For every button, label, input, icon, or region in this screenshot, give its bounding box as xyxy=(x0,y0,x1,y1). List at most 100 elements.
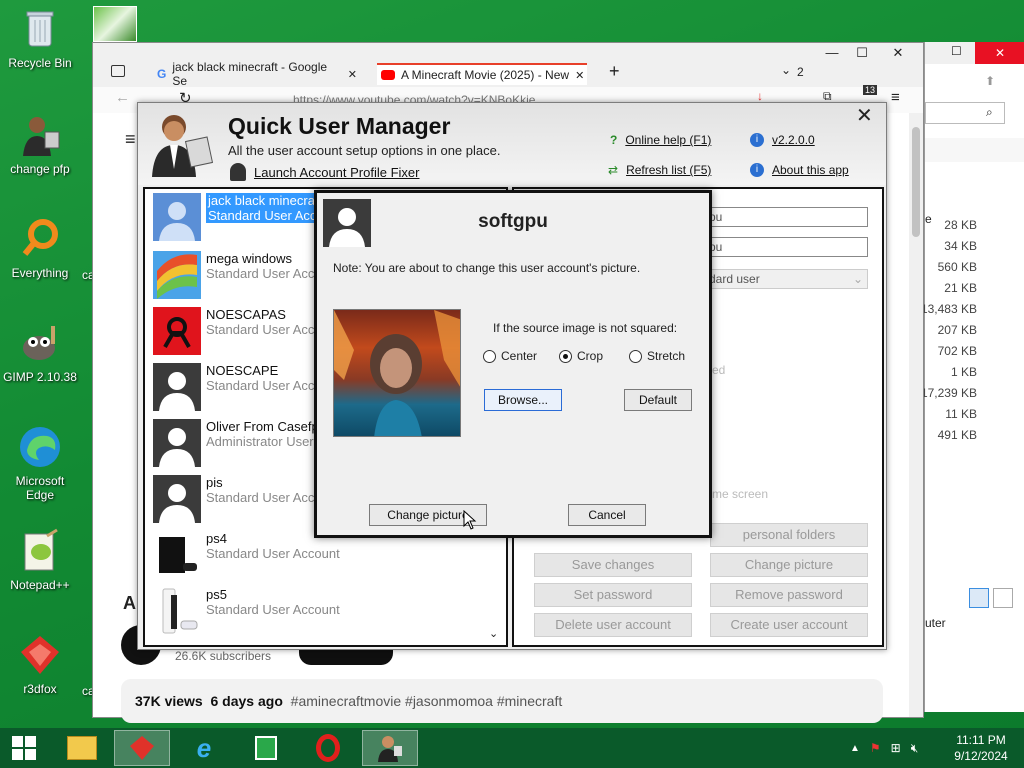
user-avatar xyxy=(153,251,201,299)
partial-option-text: ed xyxy=(712,363,726,377)
radio-center[interactable]: Center xyxy=(483,349,537,363)
desktop-icon-r3dfox[interactable]: r3dfox xyxy=(0,632,80,696)
hamburger-menu-icon[interactable]: ≡ xyxy=(125,129,136,150)
cancel-button[interactable]: Cancel xyxy=(568,504,646,526)
user-account-type: Administrator User xyxy=(206,434,314,449)
online-help-link[interactable]: ? Online help (F1) xyxy=(610,133,711,147)
user-text: jack black minecra Standard User Acc xyxy=(206,193,319,223)
volume-muted-icon[interactable]: 🔇︎ xyxy=(911,741,919,756)
tab-list-chevron-icon[interactable]: ⌄ xyxy=(781,63,791,77)
desktop-icon-recycle-bin[interactable]: Recycle Bin xyxy=(0,6,80,70)
taskbar-ie[interactable]: e xyxy=(176,730,232,766)
network-icon[interactable]: ⊞ xyxy=(891,741,901,755)
online-help-label[interactable]: Online help (F1) xyxy=(625,133,711,147)
user-manager-icon xyxy=(17,112,63,158)
recycle-bin-icon xyxy=(17,6,63,52)
start-button[interactable] xyxy=(0,730,48,766)
close-button[interactable]: ✕ xyxy=(975,42,1024,64)
fullname-field[interactable]: pu xyxy=(704,237,868,257)
minimize-button[interactable]: — xyxy=(817,45,847,63)
desktop-icon-label: Everything xyxy=(11,266,69,280)
delete-user-button[interactable]: Delete user account xyxy=(534,613,692,637)
username-field[interactable]: pu xyxy=(704,207,868,227)
desktop-thumbnail-icon[interactable] xyxy=(93,6,137,42)
desktop-icon-label: r3dfox xyxy=(23,682,57,696)
version-link[interactable]: i v2.2.0.0 xyxy=(750,133,815,147)
desktop-icon-edge[interactable]: Microsoft Edge xyxy=(0,424,80,502)
version-label[interactable]: v2.2.0.0 xyxy=(772,133,815,147)
user-list-item[interactable]: ps5 Standard User Account xyxy=(153,587,503,639)
tab-close-icon[interactable]: ✕ xyxy=(348,68,357,81)
save-changes-button[interactable]: Save changes xyxy=(534,553,692,577)
internet-explorer-icon: e xyxy=(196,732,212,763)
default-button[interactable]: Default xyxy=(624,389,692,411)
maximize-button[interactable]: ☐ xyxy=(951,44,962,58)
file-size-cell: 34 KB xyxy=(944,239,977,253)
notepadpp-icon xyxy=(17,528,63,574)
search-box[interactable]: ⌕ xyxy=(925,102,1005,124)
launch-fixer-label[interactable]: Launch Account Profile Fixer xyxy=(254,165,419,180)
change-picture-button[interactable]: Change picture xyxy=(710,553,868,577)
list-scroll-down-icon[interactable]: ⌄ xyxy=(489,627,498,640)
taskbar-quick-user-manager[interactable] xyxy=(362,730,418,766)
launch-fixer-link[interactable]: Launch Account Profile Fixer xyxy=(230,163,419,181)
user-avatar xyxy=(153,193,201,241)
action-center-flag-icon[interactable]: ⚑ xyxy=(870,741,881,755)
scrollbar[interactable] xyxy=(909,113,923,717)
tab-count: 2 xyxy=(797,65,804,79)
desktop-icon-change-pfp[interactable]: change pfp xyxy=(0,112,80,176)
tab-google-search[interactable]: G jack black minecraft - Google Se ✕ xyxy=(157,60,357,88)
upload-age: 6 days ago xyxy=(210,693,283,709)
about-label[interactable]: About this app xyxy=(772,163,849,177)
details-view-icon[interactable] xyxy=(969,588,989,608)
change-picture-dialog[interactable]: softgpu Note: You are about to change th… xyxy=(314,190,712,538)
file-explorer-window[interactable]: ☐ ✕ ⬆ ⌕ e 28 KB 34 KB 560 KB 21 KB 13,483 KB… xyxy=(921,42,1024,712)
set-password-button[interactable]: Set password xyxy=(534,583,692,607)
qum-close-icon[interactable]: ✕ xyxy=(856,103,873,128)
tab-youtube[interactable]: A Minecraft Movie (2025) - New ✕ xyxy=(377,63,587,85)
menu-icon[interactable]: ≡ xyxy=(891,89,900,106)
desktop-icon-notepadpp[interactable]: Notepad++ xyxy=(0,528,80,592)
user-avatar xyxy=(153,363,201,411)
tab-title: jack black minecraft - Google Se xyxy=(172,60,328,88)
tray-overflow-chevron-icon[interactable]: ▲ xyxy=(850,743,860,754)
hashtags[interactable]: #aminecraftmovie #jasonmomoa #minecraft xyxy=(291,693,563,709)
create-user-button[interactable]: Create user account xyxy=(710,613,868,637)
desktop-icon-gimp[interactable]: GIMP 2.10.38 xyxy=(0,320,80,384)
gimp-icon xyxy=(17,320,63,366)
account-type-select[interactable]: dard user ⌄ xyxy=(704,269,868,289)
file-size-cell: 1 KB xyxy=(950,365,977,379)
radio-stretch[interactable]: Stretch xyxy=(629,349,685,363)
up-arrow-icon[interactable]: ⬆ xyxy=(985,74,995,88)
tab-close-icon[interactable]: ✕ xyxy=(575,69,584,82)
desktop-icon-everything[interactable]: Everything xyxy=(0,216,80,280)
user-name: mega windows xyxy=(206,251,292,266)
taskbar-store[interactable] xyxy=(238,730,294,766)
refresh-label[interactable]: Refresh list (F5) xyxy=(626,163,711,177)
user-name: ps5 xyxy=(206,587,227,602)
download-icon[interactable]: ↓ xyxy=(757,89,763,103)
taskbar-opera[interactable] xyxy=(300,730,356,766)
refresh-link[interactable]: ⇄ Refresh list (F5) xyxy=(608,163,711,177)
close-button[interactable]: ✕ xyxy=(883,45,913,63)
personal-folders-button[interactable]: personal folders xyxy=(710,523,868,547)
new-tab-button[interactable]: + xyxy=(609,61,620,82)
clock[interactable]: 11:11 PM 9/12/2024 xyxy=(944,728,1018,768)
file-size-cell: 11 KB xyxy=(945,407,977,421)
user-account-type: Standard User Accc xyxy=(206,378,321,393)
tiles-view-icon[interactable] xyxy=(993,588,1013,608)
radio-crop[interactable]: Crop xyxy=(559,349,603,363)
back-icon[interactable]: ← xyxy=(115,89,130,106)
taskbar-r3dfox[interactable] xyxy=(114,730,170,766)
toolbar-icons[interactable] xyxy=(925,138,1024,162)
scrollbar-thumb[interactable] xyxy=(912,127,920,237)
user-list-item[interactable]: ps4 Standard User Account xyxy=(153,531,503,583)
extension-badge: 13 xyxy=(863,85,878,95)
user-account-type: Standard User Acc xyxy=(208,208,317,223)
taskbar-file-explorer[interactable] xyxy=(54,730,110,766)
maximize-button[interactable]: ☐ xyxy=(847,45,877,63)
remove-password-button[interactable]: Remove password xyxy=(710,583,868,607)
tab-overview-icon[interactable] xyxy=(111,65,125,77)
browse-button[interactable]: Browse... xyxy=(484,389,562,411)
about-link[interactable]: i About this app xyxy=(750,163,849,177)
